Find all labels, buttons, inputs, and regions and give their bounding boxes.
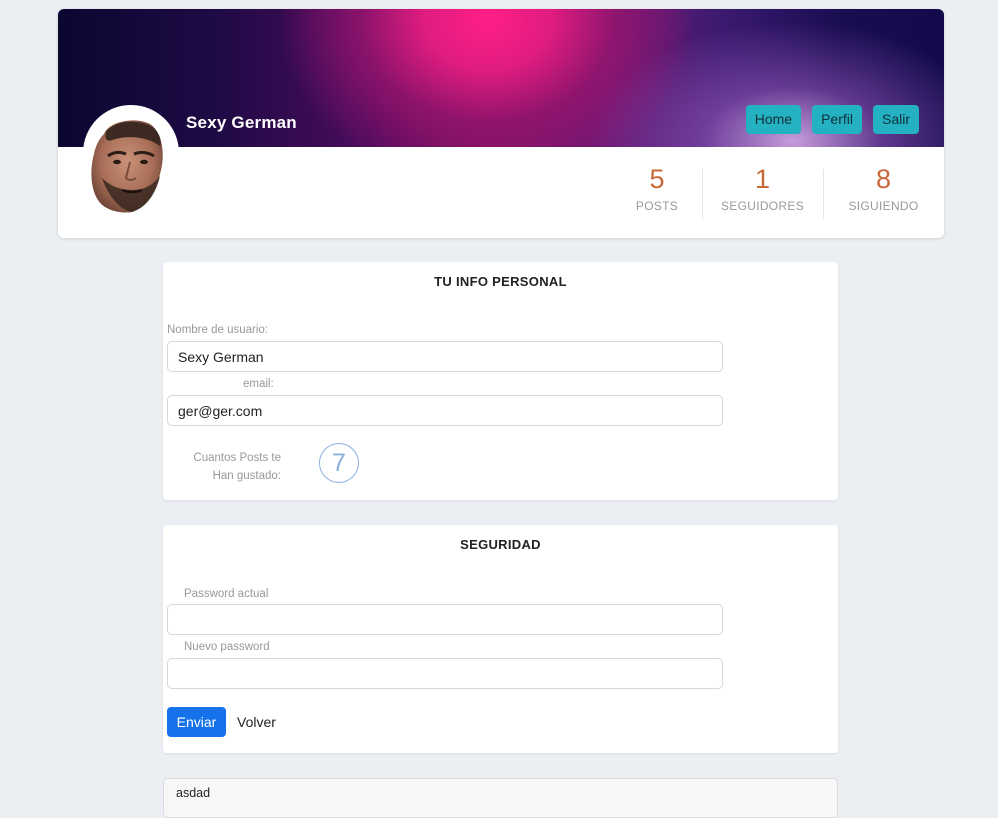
profile-username: Sexy German bbox=[186, 113, 297, 132]
username-input[interactable] bbox=[167, 341, 723, 372]
personal-info-panel: TU INFO PERSONAL Nombre de usuario: emai… bbox=[163, 262, 838, 500]
stat-posts-label: POSTS bbox=[635, 199, 679, 213]
liked-posts-label-line2: Han gustado: bbox=[212, 470, 281, 482]
top-nav: Home Perfil Salir bbox=[745, 105, 919, 134]
profile-card: Sexy German Home Perfil Salir 5 POSTS 1 … bbox=[58, 9, 944, 238]
salir-button[interactable]: Salir bbox=[872, 105, 919, 134]
liked-posts-label-line1: Cuantos Posts te bbox=[193, 452, 281, 464]
avatar[interactable] bbox=[90, 116, 166, 214]
new-password-input[interactable] bbox=[167, 658, 723, 689]
stat-followers[interactable]: 1 SEGUIDORES bbox=[702, 159, 823, 219]
security-panel: SEGURIDAD Password actual Nuevo password… bbox=[163, 525, 838, 753]
stat-following-label: SIGUIENDO bbox=[848, 199, 919, 213]
profile-stats: 5 POSTS 1 SEGUIDORES 8 SIGUIENDO bbox=[612, 159, 944, 219]
back-button[interactable]: Volver bbox=[237, 714, 276, 730]
personal-info-title: TU INFO PERSONAL bbox=[434, 274, 567, 289]
email-label: email: bbox=[243, 378, 274, 390]
current-password-label: Password actual bbox=[184, 588, 269, 600]
post-card[interactable]: asdad bbox=[163, 778, 838, 818]
security-title: SEGURIDAD bbox=[460, 537, 541, 552]
stat-posts[interactable]: 5 POSTS bbox=[612, 159, 702, 219]
submit-button[interactable]: Enviar bbox=[167, 707, 226, 737]
stat-following[interactable]: 8 SIGUIENDO bbox=[823, 159, 944, 219]
email-input[interactable] bbox=[167, 395, 723, 426]
stat-followers-label: SEGUIDORES bbox=[720, 199, 804, 213]
post-text: asdad bbox=[176, 786, 211, 800]
new-password-label: Nuevo password bbox=[184, 641, 270, 653]
liked-posts-count: 7 bbox=[319, 443, 359, 483]
stat-following-value: 8 bbox=[875, 164, 892, 194]
liked-posts-label: Cuantos Posts te Han gustado: bbox=[173, 449, 281, 485]
username-label: Nombre de usuario: bbox=[167, 324, 268, 336]
stat-posts-value: 5 bbox=[649, 164, 665, 194]
perfil-button[interactable]: Perfil bbox=[812, 105, 862, 134]
stat-followers-value: 1 bbox=[754, 164, 771, 194]
home-button[interactable]: Home bbox=[745, 105, 802, 134]
current-password-input[interactable] bbox=[167, 604, 723, 635]
